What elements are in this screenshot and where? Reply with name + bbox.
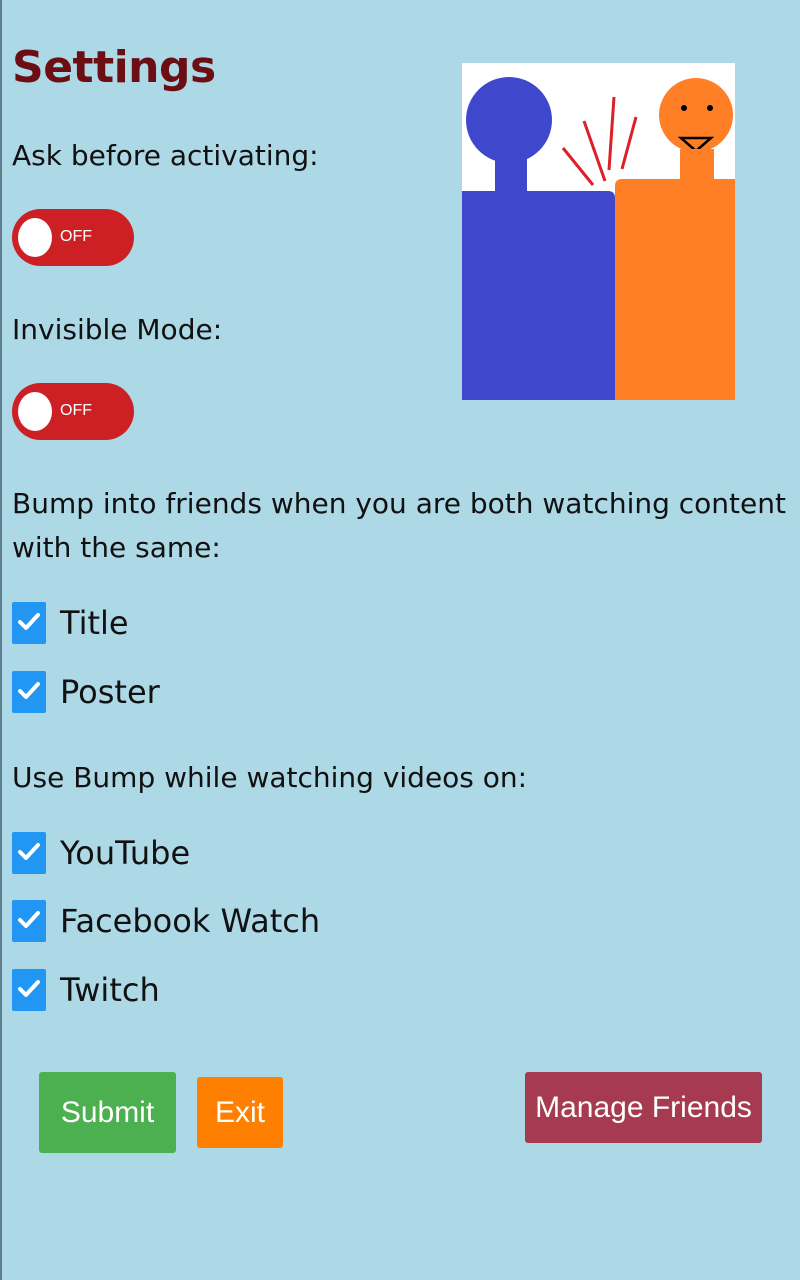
poster-option-label: Poster xyxy=(60,673,160,711)
bump-illustration-icon xyxy=(462,63,735,400)
orange-figure-body xyxy=(615,179,735,400)
toggle-state-label: OFF xyxy=(60,228,92,245)
checkmark-icon xyxy=(18,682,40,699)
facebook-watch-option-label: Facebook Watch xyxy=(60,902,321,940)
youtube-option-label: YouTube xyxy=(60,834,191,872)
ask-before-activating-label: Ask before activating: xyxy=(12,139,319,172)
orange-figure-eye xyxy=(707,105,713,111)
title-checkbox[interactable] xyxy=(12,602,46,644)
blue-figure-body xyxy=(462,191,615,400)
title-option-label: Title xyxy=(60,604,129,642)
blue-figure-head xyxy=(466,77,552,163)
twitch-option-label: Twitch xyxy=(60,971,160,1009)
checkmark-icon xyxy=(18,613,40,630)
exit-button[interactable]: Exit xyxy=(197,1077,283,1148)
bump-match-label: Bump into friends when you are both watc… xyxy=(12,487,786,564)
orange-figure-neck xyxy=(680,149,714,183)
page-title: Settings xyxy=(12,42,216,93)
toggle-knob xyxy=(18,392,52,431)
checkmark-icon xyxy=(18,980,40,997)
toggle-state-label: OFF xyxy=(60,402,92,419)
invisible-mode-label: Invisible Mode: xyxy=(12,313,223,346)
orange-figure-eye xyxy=(681,105,687,111)
manage-friends-button[interactable]: Manage Friends xyxy=(525,1072,762,1143)
twitch-checkbox[interactable] xyxy=(12,969,46,1011)
ask-before-activating-toggle[interactable]: OFF xyxy=(12,209,134,266)
invisible-mode-toggle[interactable]: OFF xyxy=(12,383,134,440)
toggle-knob xyxy=(18,218,52,257)
checkmark-icon xyxy=(18,843,40,860)
platforms-label: Use Bump while watching videos on: xyxy=(12,761,528,794)
submit-button[interactable]: Submit xyxy=(39,1072,176,1153)
checkmark-icon xyxy=(18,911,40,928)
youtube-checkbox[interactable] xyxy=(12,832,46,874)
poster-checkbox[interactable] xyxy=(12,671,46,713)
window-edge xyxy=(0,0,2,1280)
facebook-watch-checkbox[interactable] xyxy=(12,900,46,942)
